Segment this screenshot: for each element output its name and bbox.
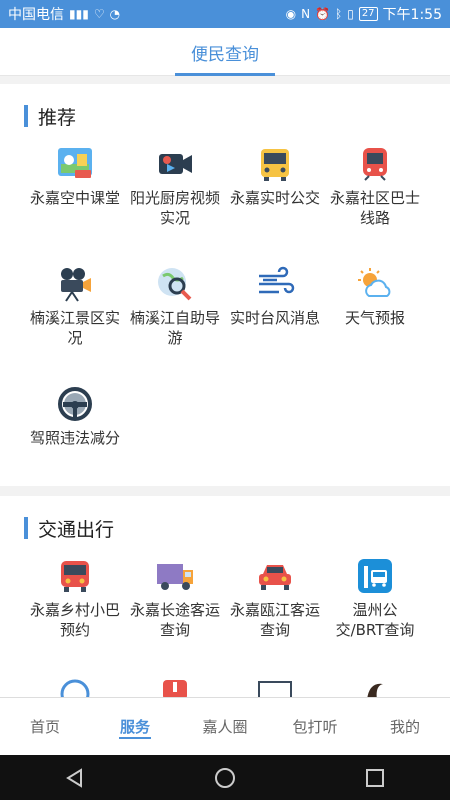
video-camera-icon (155, 146, 195, 182)
service-item[interactable]: 永嘉长途客运查询 (125, 558, 225, 678)
clock: 下午1:55 (382, 7, 442, 23)
service-item[interactable]: 实时台风消息 (225, 266, 325, 386)
steering-wheel-icon (55, 386, 95, 422)
train-icon (355, 146, 395, 182)
section-title: 推荐 (24, 104, 77, 129)
status-right: ◉ N ⏰ ᛒ ▯ 27 下午1:55 (286, 4, 442, 24)
service-label: 天气预报 (344, 309, 405, 327)
signal-icon: ▮▮▮ (69, 7, 89, 21)
service-label: 楠溪江自助导游 (130, 309, 221, 347)
weather-icon (355, 266, 395, 302)
service-item[interactable]: 永嘉乡村小巴预约 (25, 558, 125, 678)
service-label: 阳光厨房视频实况 (130, 189, 221, 227)
bottom-nav: 首页 服务 嘉人圈 包打听 我的 (0, 697, 450, 755)
nav-services[interactable]: 服务 (90, 698, 180, 755)
status-bar: 中国电信 ▮▮▮ ♡ ◔ ◉ N ⏰ ᛒ ▯ 27 下午1:55 (0, 0, 450, 28)
service-item[interactable]: 天气预报 (325, 266, 425, 386)
service-label: 楠溪江景区实况 (30, 309, 121, 347)
nav-home[interactable]: 首页 (0, 698, 90, 755)
section-title-text: 推荐 (38, 106, 77, 129)
page-header: 便民查询 (0, 28, 450, 76)
wind-icon (255, 266, 295, 302)
back-button[interactable] (55, 763, 95, 793)
system-nav-bar (0, 755, 450, 800)
eye-icon: ◉ (285, 7, 297, 21)
service-item[interactable]: 楠溪江自助导游 (125, 266, 225, 386)
service-label: 实时台风消息 (230, 309, 321, 327)
service-item[interactable]: 永嘉实时公交 (225, 146, 325, 266)
service-item[interactable]: 永嘉瓯江客运查询 (225, 558, 325, 678)
map-search-icon (155, 266, 195, 302)
service-item[interactable]: 永嘉社区巴士线路 (325, 146, 425, 266)
truck-icon (155, 558, 195, 594)
battery-indicator: 27 (358, 7, 378, 21)
recommend-section: 推荐 永嘉空中课堂 阳光厨房视频实况 永嘉实时公交 永嘉社区巴士线路 楠溪江景区… (0, 84, 450, 486)
traffic-grid: 永嘉乡村小巴预约 永嘉长途客运查询 永嘉瓯江客运查询 温州公交/BRT查询 (25, 558, 425, 678)
service-label: 永嘉实时公交 (230, 189, 321, 207)
service-label: 永嘉空中课堂 (30, 189, 121, 207)
service-label: 永嘉社区巴士线路 (330, 189, 421, 227)
nfc-icon: N (301, 7, 311, 21)
status-left: 中国电信 ▮▮▮ ♡ ◔ (8, 4, 120, 24)
service-label: 永嘉瓯江客运查询 (230, 601, 321, 639)
service-item[interactable]: 驾照违法减分 (25, 386, 125, 506)
car-icon (255, 558, 295, 594)
service-label: 永嘉乡村小巴预约 (30, 601, 121, 639)
tab-convenience-query[interactable]: 便民查询 (175, 28, 275, 76)
service-label: 温州公交/BRT查询 (335, 601, 415, 639)
section-title: 交通出行 (24, 516, 115, 541)
service-item[interactable]: 温州公交/BRT查询 (325, 558, 425, 678)
nav-inquiry[interactable]: 包打听 (270, 698, 360, 755)
nav-community[interactable]: 嘉人圈 (180, 698, 270, 755)
nav-mine[interactable]: 我的 (360, 698, 450, 755)
back-triangle-icon (66, 767, 82, 788)
service-item[interactable]: 永嘉空中课堂 (25, 146, 125, 266)
service-label: 驾照违法减分 (30, 429, 121, 447)
minibus-icon (55, 558, 95, 594)
film-camera-icon (55, 266, 95, 302)
vibrate-icon: ▯ (347, 7, 354, 21)
classroom-icon (55, 146, 95, 182)
bus-icon (255, 146, 295, 182)
wechat-icon: ◔ (109, 7, 121, 21)
carrier-label: 中国电信 (8, 7, 64, 23)
recommend-grid: 永嘉空中课堂 阳光厨房视频实况 永嘉实时公交 永嘉社区巴士线路 楠溪江景区实况 (25, 146, 425, 506)
service-label: 永嘉长途客运查询 (130, 601, 221, 639)
recents-button[interactable] (355, 763, 395, 793)
alarm-icon: ⏰ (315, 7, 330, 21)
recents-square-icon (366, 768, 384, 787)
section-title-text: 交通出行 (38, 518, 115, 541)
bus-stop-icon (355, 558, 395, 594)
bluetooth-icon: ᛒ (335, 7, 343, 21)
service-item[interactable]: 阳光厨房视频实况 (125, 146, 225, 266)
service-item[interactable]: 楠溪江景区实况 (25, 266, 125, 386)
heart-icon: ♡ (93, 7, 105, 21)
home-circle-icon (215, 767, 235, 788)
home-button[interactable] (205, 763, 245, 793)
traffic-section: 交通出行 永嘉乡村小巴预约 永嘉长途客运查询 永嘉瓯江客运查询 温州公交/BRT… (0, 496, 450, 700)
